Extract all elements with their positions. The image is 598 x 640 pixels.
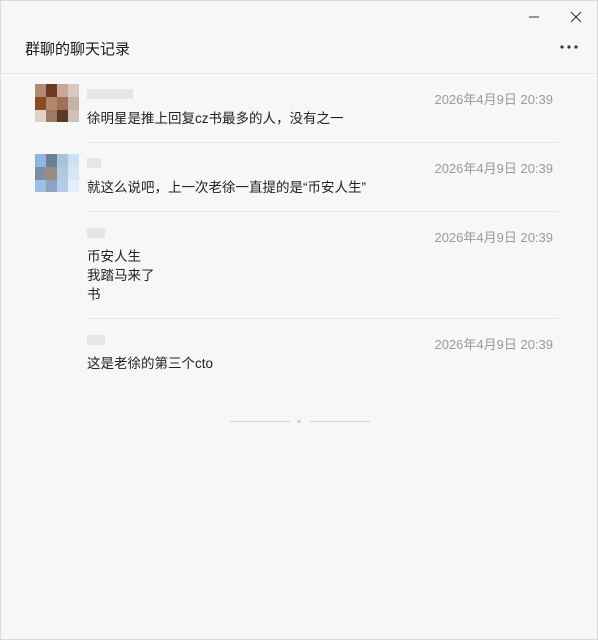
message-timestamp: 2026年4月9日 20:39: [434, 92, 553, 107]
avatar-pixel: [46, 84, 57, 97]
avatar-pixel: [35, 154, 46, 167]
minimize-button[interactable]: [520, 5, 548, 29]
avatar-pixel: [35, 97, 46, 110]
more-options-button[interactable]: [555, 37, 583, 57]
avatar-pixel: [57, 180, 68, 192]
avatar-pixel: [35, 167, 46, 180]
message-line: 书: [87, 287, 101, 302]
message-line: 这是老徐的第三个cto: [87, 356, 214, 371]
end-line-left: [230, 421, 290, 422]
avatar-pixel: [57, 84, 68, 97]
minimize-icon: [529, 16, 539, 18]
more-horizontal-icon: [560, 45, 578, 49]
sender-name-blurred: [87, 158, 101, 168]
message-line: 就这么说吧，上一次老徐一直提的是“币安人生”: [87, 180, 366, 195]
avatar-pixel: [35, 180, 46, 192]
message-divider: [87, 318, 558, 319]
close-button[interactable]: [562, 5, 590, 29]
sender-name-blurred: [87, 335, 105, 345]
end-dot: [297, 420, 301, 423]
title-bar: [1, 1, 597, 33]
avatar-pixel: [46, 180, 57, 192]
avatar-pixel: [57, 110, 68, 122]
message-text: 徐明星是推上回复cz书最多的人，没有之一: [87, 109, 344, 128]
sender-name-blurred: [87, 89, 133, 99]
message-timestamp: 2026年4月9日 20:39: [434, 337, 553, 352]
avatar-pixel: [68, 154, 79, 167]
avatar[interactable]: [35, 154, 79, 192]
avatar-pixel: [57, 97, 68, 110]
message-divider: [87, 211, 558, 212]
avatar-pixel: [46, 97, 57, 110]
message-text: 币安人生 我踏马来了 书: [87, 247, 155, 304]
message-line: 徐明星是推上回复cz书最多的人，没有之一: [87, 111, 344, 126]
avatar-pixel: [68, 84, 79, 97]
avatar-pixel: [46, 154, 57, 167]
message-text: 就这么说吧，上一次老徐一直提的是“币安人生”: [87, 178, 366, 197]
avatar-pixel: [57, 154, 68, 167]
avatar-pixel: [68, 110, 79, 122]
page-title: 群聊的聊天记录: [25, 41, 131, 58]
message-timestamp: 2026年4月9日 20:39: [434, 230, 553, 245]
avatar[interactable]: [35, 84, 79, 122]
header-divider: [1, 73, 597, 74]
sender-name-blurred: [87, 228, 105, 238]
close-icon: [570, 11, 582, 23]
chat-history-window: 群聊的聊天记录 2026年4月9日 20:39 徐明星是推上回复cz书最多的人，…: [0, 0, 598, 640]
message-text: 这是老徐的第三个cto: [87, 354, 213, 373]
avatar-pixel: [35, 84, 46, 97]
message-line: 我踏马来了: [87, 268, 155, 283]
avatar-pixel: [46, 110, 57, 122]
avatar-pixel: [68, 180, 79, 192]
message-line: 币安人生: [87, 249, 141, 264]
avatar-pixel: [57, 167, 68, 180]
avatar-pixel: [68, 97, 79, 110]
avatar-pixel: [68, 167, 79, 180]
end-line-right: [310, 421, 370, 422]
avatar-pixel: [35, 110, 46, 122]
message-divider: [87, 142, 558, 143]
end-of-history-marker: [230, 420, 370, 423]
message-timestamp: 2026年4月9日 20:39: [434, 161, 553, 176]
avatar-pixel: [46, 167, 57, 180]
